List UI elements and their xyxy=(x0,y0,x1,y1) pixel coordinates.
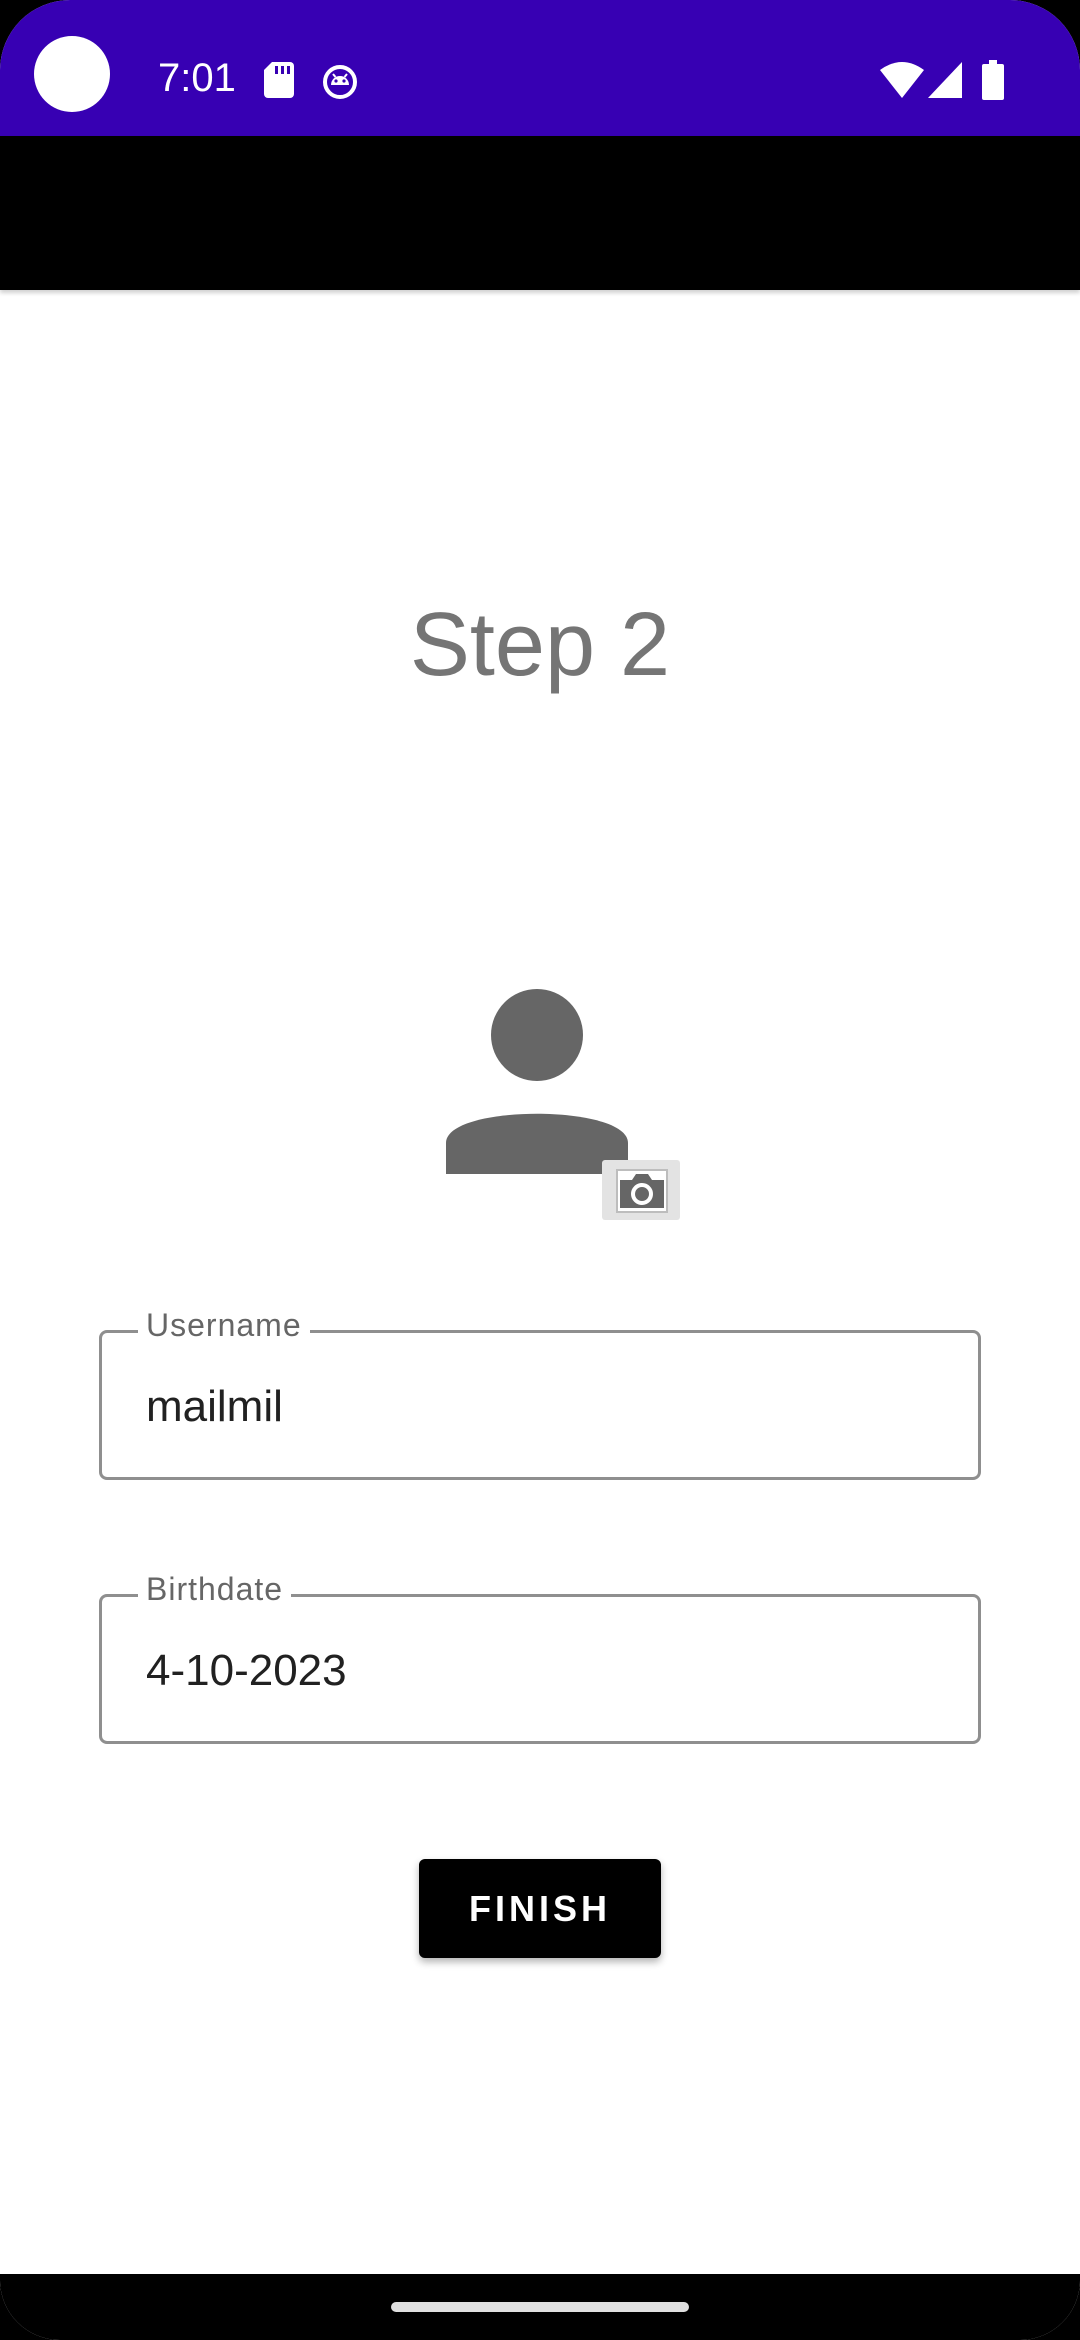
person-icon[interactable] xyxy=(444,988,630,1174)
camera-cutout xyxy=(34,36,110,112)
camera-icon xyxy=(612,1164,670,1221)
finish-button[interactable]: FINISH xyxy=(419,1859,661,1958)
birthdate-input[interactable] xyxy=(146,1645,936,1698)
app-screen: 7:01 Step 2 Username mailmil Birthdate 4… xyxy=(0,0,1080,2340)
navigation-bar xyxy=(0,2274,1080,2340)
birthdate-field[interactable]: Birthdate xyxy=(99,1569,981,1744)
app-bar xyxy=(0,136,1080,290)
wifi-icon xyxy=(880,62,924,103)
sd-card-icon xyxy=(264,62,294,103)
username-field[interactable]: Username xyxy=(99,1305,981,1480)
username-label: Username xyxy=(138,1305,310,1347)
camera-button[interactable] xyxy=(602,1160,680,1220)
page-title: Step 2 xyxy=(409,595,671,695)
birthdate-label: Birthdate xyxy=(138,1569,292,1611)
status-bar: 7:01 xyxy=(0,0,1080,136)
signal-icon xyxy=(928,62,962,103)
username-input[interactable] xyxy=(146,1381,936,1434)
home-indicator[interactable] xyxy=(391,2302,689,2312)
android-debug-icon xyxy=(322,64,358,105)
battery-icon xyxy=(982,60,1004,105)
status-time: 7:01 xyxy=(158,56,236,100)
